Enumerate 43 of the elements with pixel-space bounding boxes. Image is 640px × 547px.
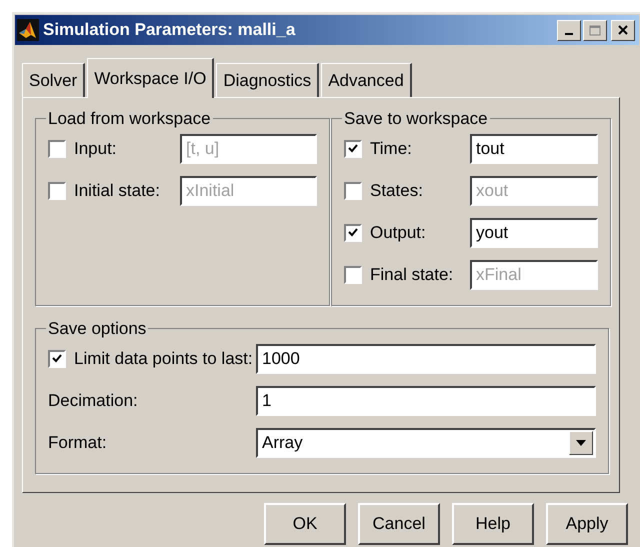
field-label: Final state: [370,264,454,286]
checkmark-icon [348,144,358,153]
app-logo-icon [17,19,39,41]
checkbox[interactable] [344,266,362,284]
checkbox[interactable] [48,140,66,158]
checkbox[interactable] [344,140,362,158]
field-label: Limit data points to last: [74,348,253,370]
tab[interactable]: Diagnostics [216,63,320,97]
checkbox[interactable] [344,182,362,200]
maximize-icon [589,24,601,36]
input-field[interactable]: yout [470,218,598,248]
group-title: Load from workspace [47,108,212,130]
close-button[interactable] [611,20,635,40]
checkbox[interactable] [48,350,66,368]
checkbox[interactable] [344,224,362,242]
checkmark-icon [348,228,358,237]
input-field[interactable]: 1 [256,386,596,416]
dialog-button[interactable]: Apply [546,503,628,545]
field-label: Initial state: [74,180,161,202]
dropdown[interactable]: Array [256,428,596,458]
maximize-button[interactable] [583,20,607,40]
tab[interactable]: Solver [22,63,86,97]
tab[interactable]: Workspace I/O [87,58,214,98]
input-field[interactable]: tout [470,134,598,164]
tab[interactable]: Advanced [321,63,412,97]
dialog-button[interactable]: OK [264,503,346,545]
dialog-button[interactable]: Cancel [358,503,440,545]
field-label: States: [370,180,424,202]
field-label: Output: [370,222,427,244]
field-label: Input: [74,138,118,160]
field-label: Time: [370,138,413,160]
group-title: Save options [47,318,148,340]
field-label: Format: [48,432,107,454]
window-title: Simulation Parameters: malli_a [43,19,296,42]
dialog-button[interactable]: Help [452,503,534,545]
checkbox[interactable] [48,182,66,200]
checkmark-icon [52,354,62,363]
field-label: Decimation: [48,390,138,412]
input-field[interactable]: 1000 [256,344,596,374]
minimize-icon [565,33,573,35]
group-title: Save to workspace [343,108,489,130]
minimize-button[interactable] [557,20,581,40]
close-icon [618,25,628,35]
